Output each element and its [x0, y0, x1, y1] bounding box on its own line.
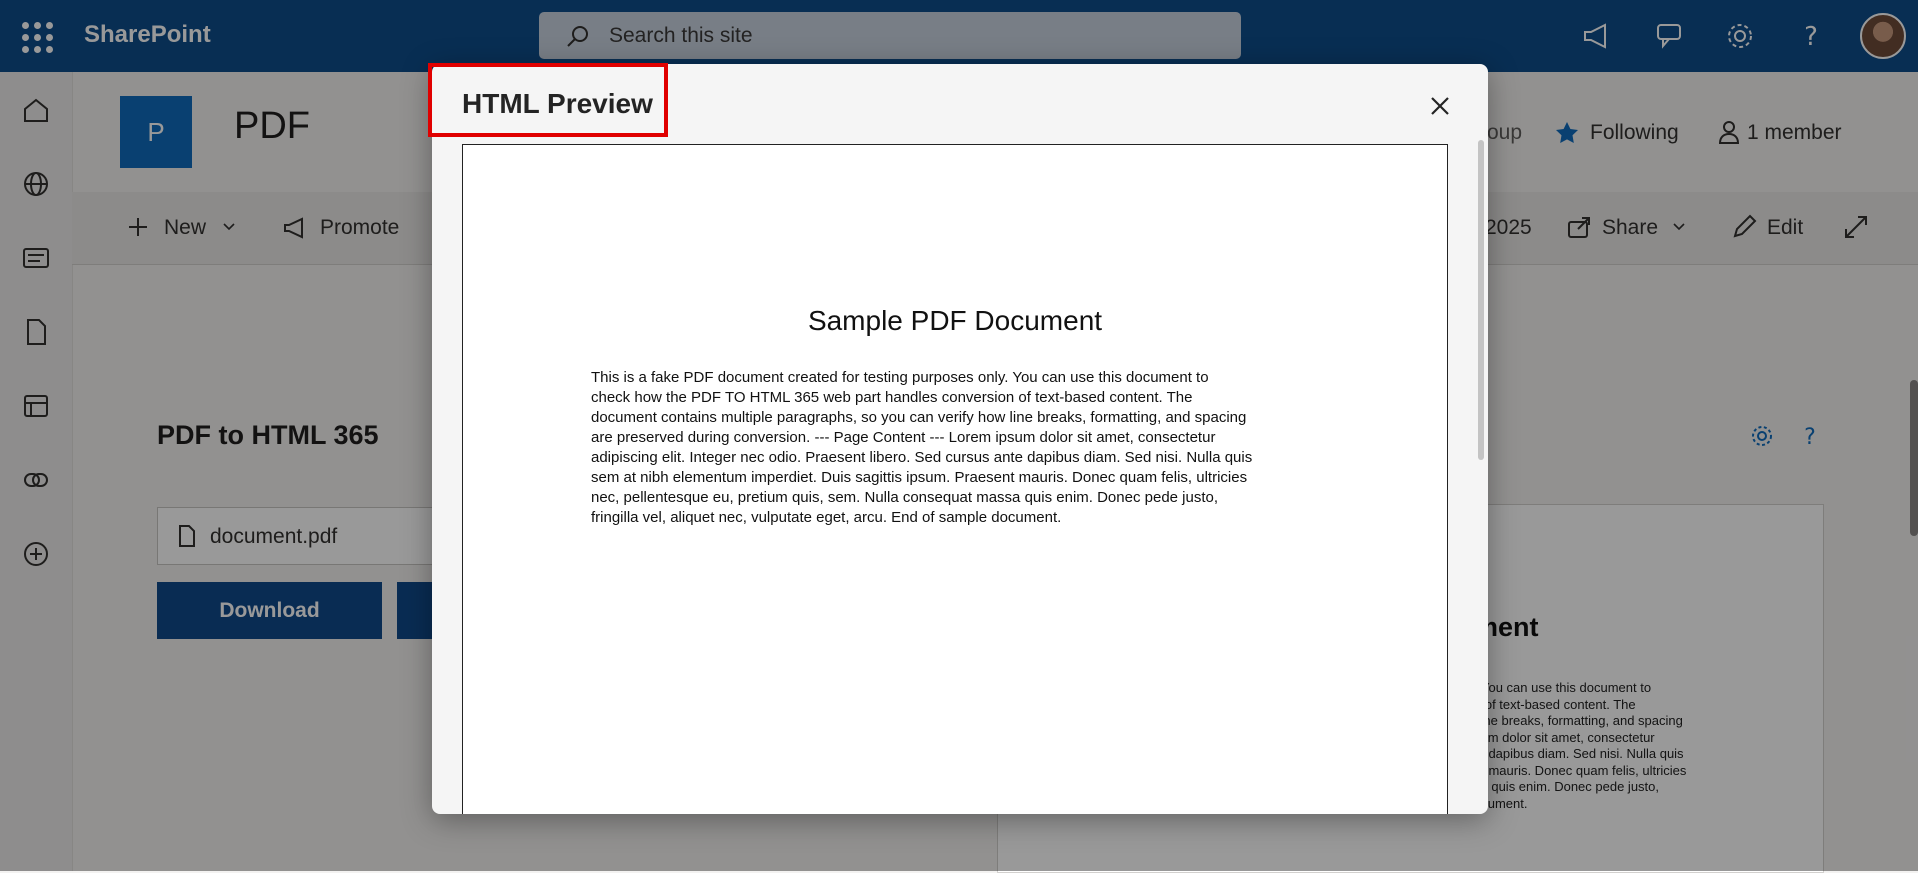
title-highlight-box	[428, 63, 668, 137]
dialog-scrollbar[interactable]	[1478, 140, 1484, 460]
html-preview-dialog: HTML Preview Sample PDF Document This is…	[432, 64, 1488, 814]
document-title: Sample PDF Document	[807, 305, 1103, 336]
close-icon[interactable]	[1422, 88, 1458, 124]
document-preview: Sample PDF Document This is a fake PDF d…	[462, 144, 1448, 814]
document-body: This is a fake PDF document created for …	[591, 369, 1253, 526]
